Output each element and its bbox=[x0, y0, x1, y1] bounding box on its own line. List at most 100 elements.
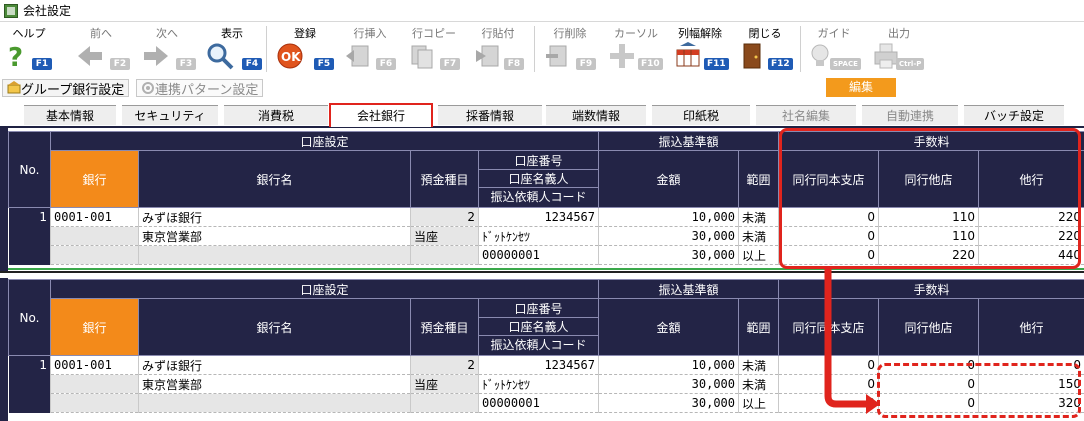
header-transfer-base: 振込基準額 bbox=[598, 279, 780, 299]
guide-button[interactable]: ガイド SPACE bbox=[804, 22, 864, 76]
header-deposit-type: 預金種目 bbox=[410, 298, 479, 356]
annotation-arrow-icon bbox=[824, 268, 880, 414]
header-requester-code: 振込依頼人コード bbox=[490, 338, 587, 352]
view-button[interactable]: 表示 F4 bbox=[204, 22, 262, 76]
link-pattern-settings-button[interactable]: 連携パターン設定 bbox=[136, 79, 264, 98]
tab-company-name-edit[interactable]: 社名編集 bbox=[756, 105, 856, 125]
grid-frame-left bbox=[0, 278, 8, 421]
row-delete-button[interactable]: 行削除 F9 bbox=[540, 22, 600, 76]
header-account-settings: 口座設定 bbox=[49, 131, 600, 151]
header-account-block: 口座番号 口座名義人 振込依頼人コード bbox=[477, 298, 600, 356]
header-account-block: 口座番号 口座名義人 振込依頼人コード bbox=[477, 150, 600, 208]
app-icon bbox=[4, 3, 18, 18]
toolbar-separator bbox=[266, 26, 267, 72]
header-range: 範囲 bbox=[738, 298, 780, 356]
header-no: No. bbox=[8, 131, 51, 208]
amount-cell[interactable]: 30,000 bbox=[598, 245, 740, 265]
row-copy-icon bbox=[411, 45, 433, 69]
header-account-holder: 口座名義人 bbox=[479, 170, 598, 188]
row-insert-icon bbox=[346, 45, 369, 67]
row-copy-button[interactable]: 行コピー F7 bbox=[404, 22, 464, 76]
row-number: 1 bbox=[8, 207, 51, 227]
header-bank-name: 銀行名 bbox=[138, 150, 411, 208]
tab-rounding-info[interactable]: 端数情報 bbox=[546, 105, 646, 125]
link-pattern-icon bbox=[142, 82, 154, 94]
section-divider bbox=[0, 271, 1084, 273]
requester-code-cell[interactable]: 00000001 bbox=[477, 245, 600, 265]
close-button[interactable]: 閉じる F12 bbox=[734, 22, 796, 76]
header-account-holder: 口座名義人 bbox=[479, 318, 598, 336]
ok-icon: OK bbox=[277, 43, 303, 69]
range-cell[interactable]: 以上 bbox=[738, 245, 780, 265]
requester-code-cell[interactable]: 00000001 bbox=[477, 393, 600, 413]
row-delete-icon bbox=[546, 45, 567, 67]
header-other-branch: 同行他店 bbox=[878, 298, 980, 356]
header-amount: 金額 bbox=[598, 298, 740, 356]
column-width-reset-button[interactable]: 列幅解除 F11 bbox=[670, 22, 730, 76]
bank-name-cell[interactable]: みずほ銀行 bbox=[138, 355, 411, 375]
range-cell[interactable]: 未満 bbox=[738, 226, 780, 246]
header-range: 範囲 bbox=[738, 150, 780, 208]
account-no-cell[interactable]: 1234567 bbox=[477, 355, 600, 375]
bank-name-cell[interactable]: みずほ銀行 bbox=[138, 207, 411, 227]
account-no-cell[interactable]: 1234567 bbox=[477, 207, 600, 227]
header-account-no: 口座番号 bbox=[479, 152, 598, 170]
svg-text:?: ? bbox=[8, 43, 23, 70]
range-cell[interactable]: 未満 bbox=[738, 355, 780, 375]
window-title: 会社設定 bbox=[23, 4, 72, 18]
title-bar: 会社設定 bbox=[0, 0, 1084, 22]
row-insert-button[interactable]: 行挿入 F6 bbox=[340, 22, 400, 76]
amount-cell[interactable]: 30,000 bbox=[598, 374, 740, 394]
header-no: No. bbox=[8, 279, 51, 356]
cursor-icon bbox=[610, 44, 634, 68]
bank-code-cell[interactable]: 0001-001 bbox=[50, 207, 139, 227]
tab-numbering-info[interactable]: 採番情報 bbox=[438, 105, 542, 125]
deposit-code-cell[interactable]: 2 bbox=[410, 207, 479, 227]
tab-company-bank[interactable]: 会社銀行 bbox=[329, 103, 433, 127]
range-cell[interactable]: 未満 bbox=[738, 207, 780, 227]
toolbar-separator bbox=[800, 26, 801, 72]
tab-auto-link[interactable]: 自動連携 bbox=[862, 105, 958, 125]
deposit-code-cell[interactable]: 2 bbox=[410, 355, 479, 375]
prev-button[interactable]: 前へ F2 bbox=[74, 22, 130, 76]
amount-cell[interactable]: 10,000 bbox=[598, 355, 740, 375]
tab-consumption-tax[interactable]: 消費税 bbox=[224, 105, 328, 125]
tab-batch-settings[interactable]: バッチ設定 bbox=[964, 105, 1064, 125]
amount-cell[interactable]: 10,000 bbox=[598, 207, 740, 227]
cursor-button[interactable]: カーソル F10 bbox=[604, 22, 668, 76]
deposit-type-cell[interactable]: 当座 bbox=[410, 374, 479, 394]
bank-code-cell[interactable]: 0001-001 bbox=[50, 355, 139, 375]
group-bank-settings-button[interactable]: グループ銀行設定 bbox=[2, 79, 130, 98]
tab-stamp-tax[interactable]: 印紙税 bbox=[652, 105, 750, 125]
arrow-left-icon bbox=[78, 46, 102, 66]
account-holder-cell[interactable]: ﾄﾞｯﾄｹﾝｾﾂ bbox=[477, 226, 600, 246]
header-amount: 金額 bbox=[598, 150, 740, 208]
range-cell[interactable]: 以上 bbox=[738, 393, 780, 413]
range-cell[interactable]: 未満 bbox=[738, 374, 780, 394]
next-button[interactable]: 次へ F3 bbox=[140, 22, 196, 76]
tab-security[interactable]: セキュリティ bbox=[122, 105, 218, 125]
toolbar: ヘルプ ? F1 前へ F2 次へ F3 表示 F4 登録 OK F5 行挿入 … bbox=[0, 22, 1084, 76]
help-button[interactable]: ヘルプ ? F1 bbox=[2, 22, 56, 76]
header-other-bank: 他行 bbox=[978, 298, 1084, 356]
amount-cell[interactable]: 30,000 bbox=[598, 393, 740, 413]
deposit-type-cell[interactable]: 当座 bbox=[410, 226, 479, 246]
header-account-no: 口座番号 bbox=[479, 300, 598, 318]
output-button[interactable]: 出力 Ctrl-P bbox=[866, 22, 932, 76]
edit-button[interactable]: 編集 bbox=[826, 78, 896, 97]
branch-name-cell[interactable]: 東京営業部 bbox=[138, 226, 411, 246]
toolbar-separator bbox=[534, 26, 535, 72]
header-deposit-type: 預金種目 bbox=[410, 150, 479, 208]
fee-highlight-box bbox=[779, 128, 1081, 269]
sub-toolbar: グループ銀行設定 連携パターン設定 bbox=[0, 77, 1084, 99]
row-paste-button[interactable]: 行貼付 F8 bbox=[468, 22, 528, 76]
header-transfer-base: 振込基準額 bbox=[598, 131, 780, 151]
door-icon bbox=[743, 43, 761, 69]
register-button[interactable]: 登録 OK F5 bbox=[274, 22, 336, 76]
header-bank: 銀行 bbox=[50, 298, 139, 356]
account-holder-cell[interactable]: ﾄﾞｯﾄｹﾝｾﾂ bbox=[477, 374, 600, 394]
branch-name-cell[interactable]: 東京営業部 bbox=[138, 374, 411, 394]
help-icon: ? bbox=[8, 43, 23, 70]
tab-basic-info[interactable]: 基本情報 bbox=[24, 105, 116, 125]
amount-cell[interactable]: 30,000 bbox=[598, 226, 740, 246]
